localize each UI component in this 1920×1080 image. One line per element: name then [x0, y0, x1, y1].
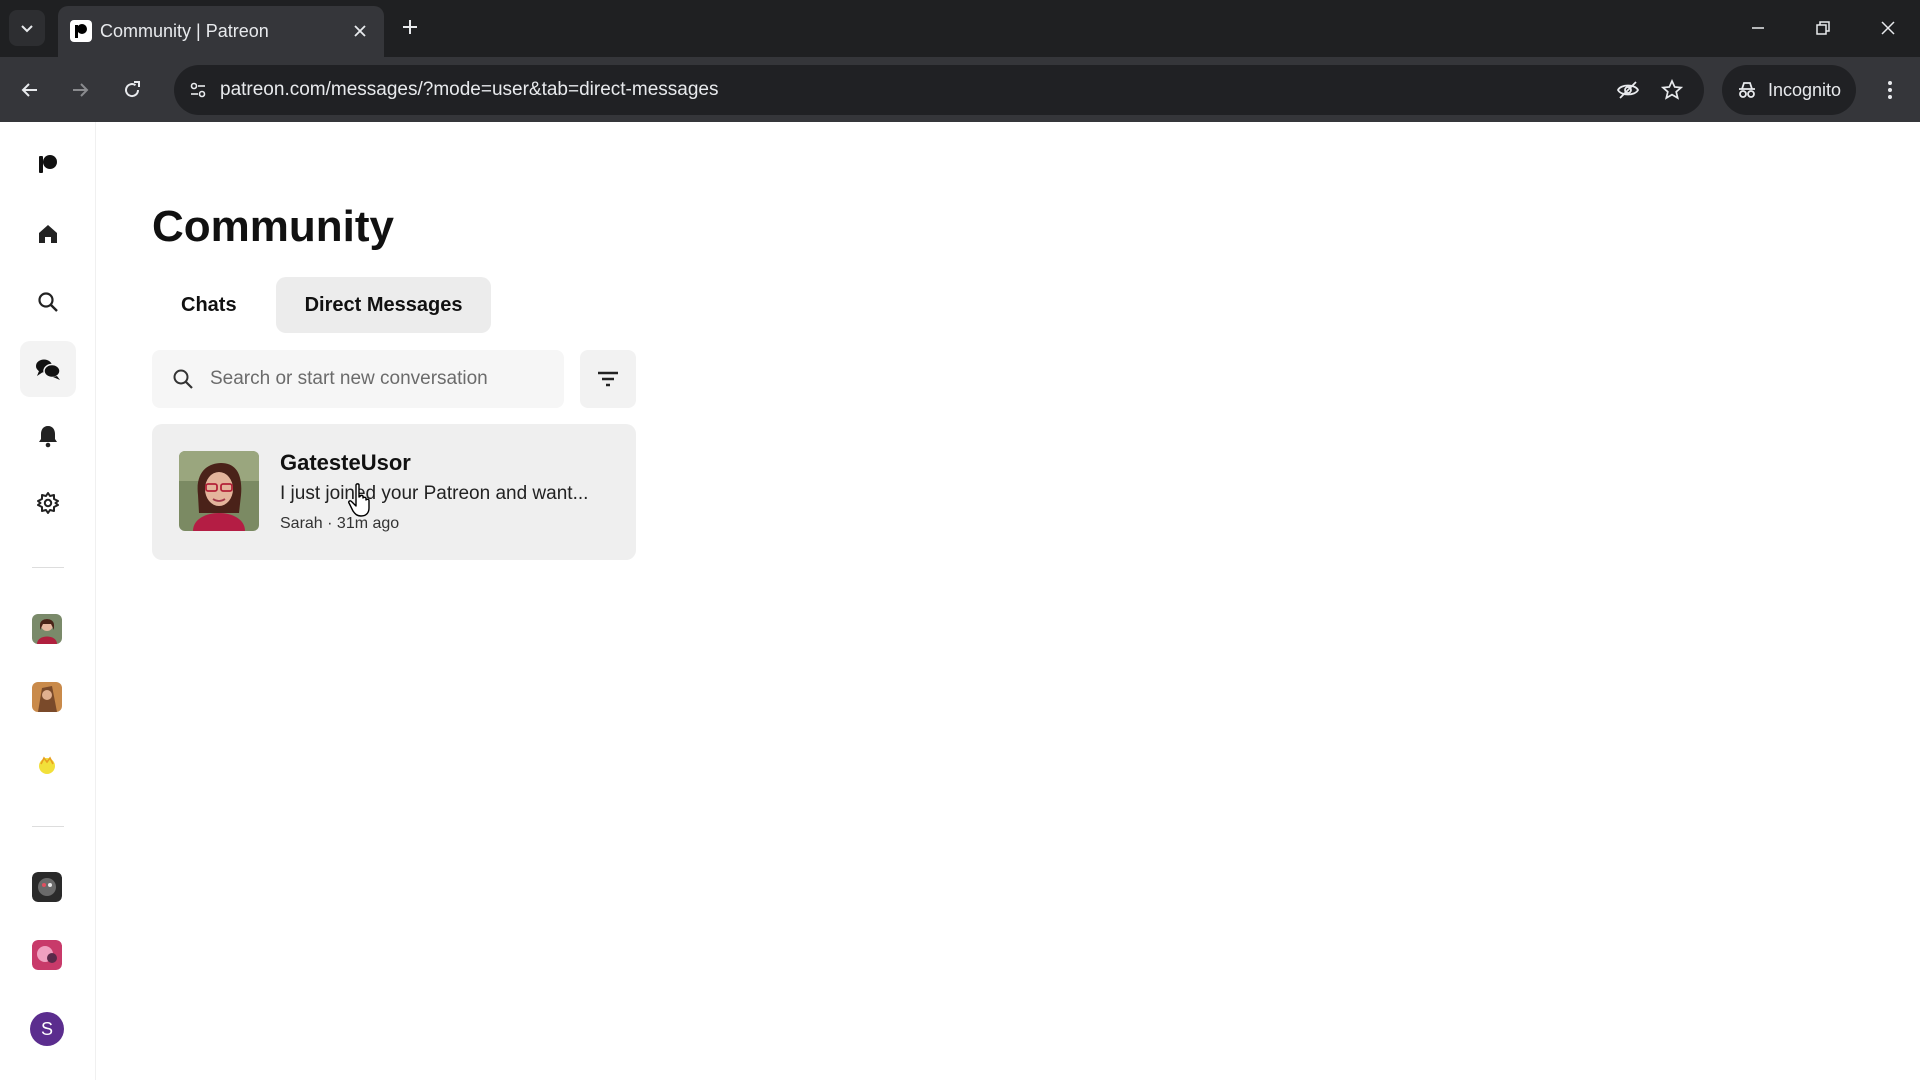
- url-text: patreon.com/messages/?mode=user&tab=dire…: [220, 79, 719, 100]
- creator-avatar-2[interactable]: [32, 682, 62, 712]
- search-icon: [38, 292, 58, 312]
- creator-avatar-1[interactable]: [32, 614, 62, 644]
- patreon-logo-button[interactable]: [20, 136, 76, 192]
- user-avatar[interactable]: S: [30, 1012, 64, 1046]
- conversation-search: [152, 350, 564, 408]
- patreon-favicon-icon: [70, 20, 92, 42]
- browser-tab[interactable]: Community | Patreon: [58, 6, 384, 57]
- new-tab-button[interactable]: [395, 12, 425, 42]
- restore-button[interactable]: [1801, 10, 1845, 46]
- incognito-label: Incognito: [1768, 79, 1842, 100]
- reload-button[interactable]: [114, 72, 150, 108]
- conversation-name: GatesteUsor: [280, 450, 411, 475]
- minimize-icon: [1752, 27, 1764, 29]
- filter-button[interactable]: [580, 350, 636, 408]
- arrow-left-icon: [21, 83, 37, 97]
- conversation-avatar: [179, 451, 259, 531]
- incognito-indicator[interactable]: Incognito: [1722, 65, 1856, 115]
- arrow-right-icon: [73, 83, 89, 97]
- sidebar-item-home[interactable]: [20, 206, 76, 262]
- minimize-button[interactable]: [1736, 10, 1780, 46]
- restore-icon: [1816, 21, 1830, 35]
- sidebar-item-community[interactable]: [20, 341, 76, 397]
- sidebar-divider: [32, 567, 64, 568]
- chat-icon: [36, 359, 61, 380]
- browser-menu-button[interactable]: [1872, 72, 1908, 108]
- bell-icon: [39, 426, 57, 448]
- search-input[interactable]: [210, 368, 540, 390]
- conversation-preview: I just joined your Patreon and want...: [280, 483, 589, 504]
- tab-direct-messages[interactable]: Direct Messages: [275, 277, 492, 333]
- close-icon: [1881, 21, 1895, 35]
- eye-off-icon[interactable]: [1612, 74, 1644, 106]
- close-window-button[interactable]: [1866, 10, 1910, 46]
- conversation-item[interactable]: GatesteUsor I just joined your Patreon a…: [152, 424, 636, 560]
- chevron-down-icon: [21, 25, 33, 33]
- filter-icon: [598, 371, 618, 387]
- creator-avatar-4[interactable]: [32, 872, 62, 902]
- sidebar-item-settings[interactable]: [20, 475, 76, 531]
- bookmark-star-icon[interactable]: [1656, 74, 1688, 106]
- tab-chats[interactable]: Chats: [152, 277, 266, 333]
- sidebar: S: [0, 122, 96, 1080]
- creator-avatar-3[interactable]: [32, 750, 62, 780]
- search-icon: [173, 369, 193, 389]
- browser-toolbar: patreon.com/messages/?mode=user&tab=dire…: [0, 57, 1920, 122]
- plus-icon: [403, 20, 417, 34]
- browser-tabstrip: Community | Patreon: [0, 0, 1920, 57]
- gear-icon: [37, 492, 59, 514]
- sidebar-divider: [32, 826, 64, 827]
- conversation-meta: Sarah · 31m ago: [280, 515, 400, 532]
- tab-title: Community | Patreon: [100, 21, 269, 41]
- hand-cursor-icon: [348, 483, 370, 517]
- back-button[interactable]: [12, 72, 48, 108]
- close-tab-icon[interactable]: [346, 17, 374, 45]
- creator-avatar-5[interactable]: [32, 940, 62, 970]
- site-info-icon[interactable]: [180, 72, 216, 108]
- more-vertical-icon: [1888, 81, 1892, 99]
- sidebar-item-notifications[interactable]: [20, 408, 76, 464]
- forward-button[interactable]: [62, 72, 98, 108]
- page-title: Community: [152, 202, 394, 251]
- incognito-icon: [1739, 82, 1755, 98]
- tab-search-button[interactable]: [9, 10, 45, 46]
- patreon-logo-icon: [39, 155, 57, 173]
- patreon-app: S Community Chats Direct Messages Gatest…: [0, 122, 1920, 1080]
- community-tabs: Chats Direct Messages: [152, 277, 492, 333]
- home-icon: [39, 225, 57, 243]
- address-bar[interactable]: patreon.com/messages/?mode=user&tab=dire…: [174, 65, 1704, 115]
- sidebar-item-search[interactable]: [20, 274, 76, 330]
- reload-icon: [125, 81, 140, 98]
